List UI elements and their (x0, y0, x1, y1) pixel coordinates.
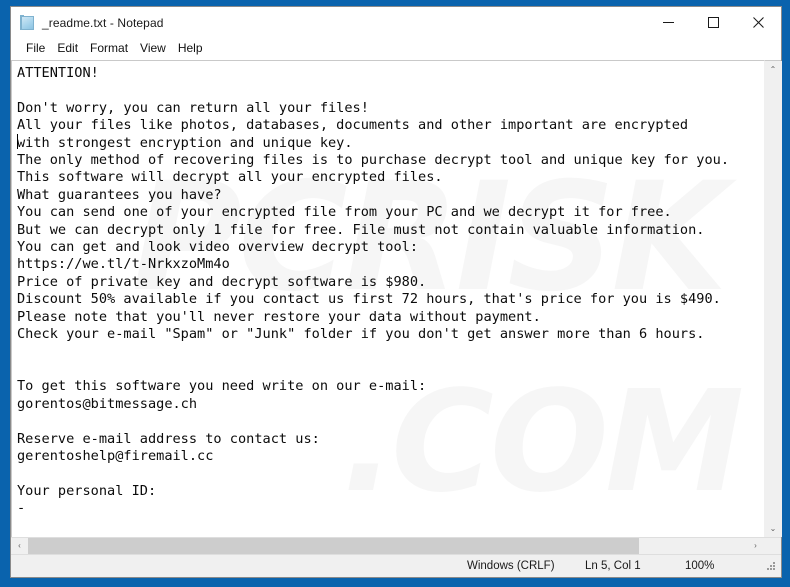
menu-item-help[interactable]: Help (172, 40, 209, 57)
resize-grip-icon[interactable] (763, 558, 779, 574)
window-title: _readme.txt - Notepad (42, 15, 164, 30)
menu-item-edit[interactable]: Edit (51, 40, 84, 57)
menu-item-file[interactable]: File (20, 40, 51, 57)
horizontal-scrollbar-track[interactable] (28, 537, 747, 555)
desktop-background: _readme.txt - Notepad File Edit Format V… (0, 0, 790, 587)
editor-area: PCRISK .COM ATTENTION! Don't worry, you … (11, 59, 782, 555)
vertical-scrollbar-track[interactable] (764, 78, 782, 520)
minimize-icon (663, 22, 674, 23)
editor-row: PCRISK .COM ATTENTION! Don't worry, you … (11, 60, 782, 537)
menu-item-format[interactable]: Format (84, 40, 134, 57)
scroll-left-arrow-icon[interactable]: ‹ (11, 537, 28, 555)
scrollbar-corner (764, 537, 781, 555)
horizontal-scrollbar-thumb[interactable] (28, 537, 640, 555)
minimize-button[interactable] (646, 7, 691, 38)
notepad-document-icon (20, 14, 36, 31)
horizontal-scrollbar[interactable]: ‹ › (11, 537, 781, 555)
text-editor-surface[interactable]: PCRISK .COM ATTENTION! Don't worry, you … (11, 60, 764, 537)
status-cursor-position: Ln 5, Col 1 (585, 560, 641, 572)
close-icon (753, 17, 764, 28)
scroll-up-arrow-icon[interactable]: ⌃ (764, 61, 782, 78)
notepad-window: _readme.txt - Notepad File Edit Format V… (10, 6, 782, 578)
title-bar[interactable]: _readme.txt - Notepad (11, 7, 781, 38)
text-caret (17, 134, 18, 149)
window-controls (646, 7, 781, 38)
scroll-down-arrow-icon[interactable]: ⌄ (764, 520, 782, 537)
status-zoom-level: 100% (685, 560, 715, 572)
maximize-icon (708, 17, 719, 28)
status-bar: Windows (CRLF) Ln 5, Col 1 100% (11, 554, 781, 577)
document-text[interactable]: ATTENTION! Don't worry, you can return a… (12, 61, 764, 518)
scroll-right-arrow-icon[interactable]: › (747, 537, 764, 555)
menu-item-view[interactable]: View (134, 40, 172, 57)
maximize-button[interactable] (691, 7, 736, 38)
menu-bar: File Edit Format View Help (11, 38, 781, 59)
close-button[interactable] (736, 7, 781, 38)
status-encoding: Windows (CRLF) (467, 560, 555, 572)
vertical-scrollbar[interactable]: ⌃ ⌄ (764, 60, 782, 537)
